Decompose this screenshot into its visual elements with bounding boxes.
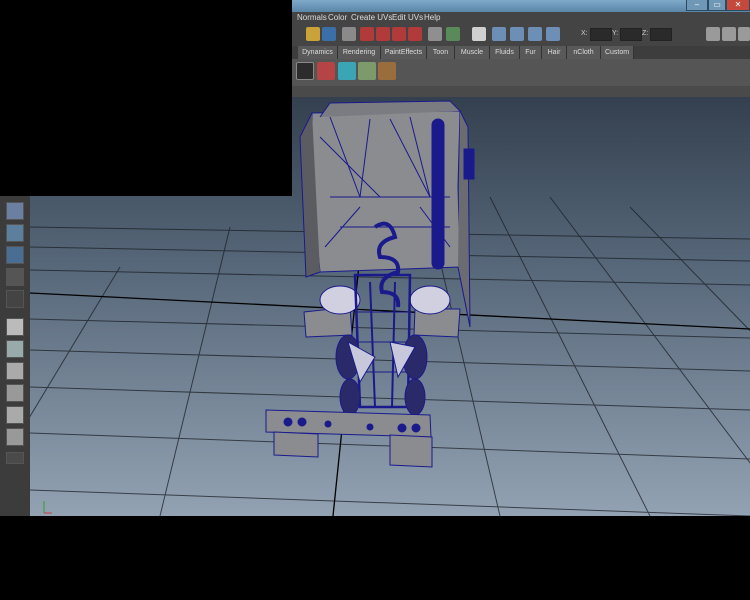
- outliner-layout-icon[interactable]: [6, 362, 24, 380]
- bumper-flap-right: [389, 434, 433, 468]
- help-icon[interactable]: [322, 27, 336, 41]
- cube-group-icon[interactable]: [358, 62, 376, 80]
- snap-icon[interactable]: [306, 27, 320, 41]
- uv-layout-icon[interactable]: [6, 428, 24, 446]
- sphere-cyan-icon[interactable]: [338, 62, 356, 80]
- tab-dynamics[interactable]: Dynamics: [298, 46, 338, 59]
- live-icon[interactable]: [428, 27, 442, 41]
- mirror: [463, 148, 475, 180]
- menu-edit-uvs[interactable]: Edit UVs: [392, 13, 423, 22]
- more-layouts-icon[interactable]: [6, 452, 24, 464]
- hypershade-layout-icon[interactable]: [6, 406, 24, 424]
- tab-custom[interactable]: Custom: [601, 46, 634, 59]
- z-field-label: Z:: [642, 30, 649, 37]
- select-icon[interactable]: [342, 27, 356, 41]
- tab-toon[interactable]: Toon: [427, 46, 455, 59]
- rotate-tool-icon[interactable]: [6, 202, 24, 220]
- restore-button[interactable]: ▭: [708, 0, 726, 11]
- snap-point-icon[interactable]: [392, 27, 406, 41]
- history-icon[interactable]: [446, 27, 460, 41]
- x-axis-line: [30, 292, 750, 330]
- render-view-icon[interactable]: [492, 27, 506, 41]
- truck-wireframe: [265, 100, 475, 468]
- graph-layout-icon[interactable]: [6, 384, 24, 402]
- channel-box-icon[interactable]: [738, 27, 750, 41]
- render-icon[interactable]: [472, 27, 486, 41]
- cab-side-right: [457, 110, 471, 328]
- exhaust-stack: [431, 118, 445, 270]
- universal-tool-icon[interactable]: [6, 246, 24, 264]
- magnet-icon[interactable]: [360, 27, 374, 41]
- black-overlay-region: [0, 0, 292, 196]
- tool-settings-icon[interactable]: [722, 27, 736, 41]
- menu-normals[interactable]: Normals: [297, 13, 327, 22]
- snap-view-icon[interactable]: [408, 27, 422, 41]
- scale-tool-icon[interactable]: [6, 224, 24, 242]
- shelf-editor-icon[interactable]: [296, 62, 314, 80]
- attribute-editor-icon[interactable]: [706, 27, 720, 41]
- tab-fur[interactable]: Fur: [520, 46, 542, 59]
- x-field[interactable]: [590, 28, 612, 41]
- menu-create-uvs[interactable]: Create UVs: [351, 13, 392, 22]
- z-field[interactable]: [650, 28, 672, 41]
- y-field[interactable]: [620, 28, 642, 41]
- menu-color[interactable]: Color: [328, 13, 347, 22]
- axle-right: [404, 378, 426, 416]
- close-button[interactable]: ✕: [726, 0, 750, 11]
- tab-ncloth[interactable]: nCloth: [567, 46, 601, 59]
- render-settings-icon[interactable]: [528, 27, 542, 41]
- black-bottom-region: [0, 516, 750, 600]
- tab-painteffects[interactable]: PaintEffects: [381, 46, 427, 59]
- bumper-flap-left: [273, 431, 319, 458]
- tab-muscle[interactable]: Muscle: [455, 46, 490, 59]
- tab-hair[interactable]: Hair: [542, 46, 567, 59]
- cube-red-icon[interactable]: [317, 62, 335, 80]
- minimize-button[interactable]: –: [686, 0, 708, 11]
- y-field-label: Y:: [612, 30, 619, 37]
- axis-gizmo: [43, 501, 52, 514]
- last-tool-icon[interactable]: [6, 290, 24, 308]
- x-field-label: X:: [581, 30, 588, 37]
- chassis-frame: [353, 273, 412, 409]
- axle-left: [339, 378, 361, 416]
- single-perspective-layout-icon[interactable]: [6, 318, 24, 336]
- tab-fluids[interactable]: Fluids: [490, 46, 520, 59]
- four-view-layout-icon[interactable]: [6, 340, 24, 358]
- paint-brush-icon[interactable]: [378, 62, 396, 80]
- tab-rendering[interactable]: Rendering: [338, 46, 381, 59]
- snap-curve-icon[interactable]: [376, 27, 390, 41]
- menu-help[interactable]: Help: [424, 13, 440, 22]
- show-manipulator-icon[interactable]: [6, 268, 24, 286]
- right-wheel: [409, 285, 451, 315]
- hypershade-icon[interactable]: [546, 27, 560, 41]
- ipr-icon[interactable]: [510, 27, 524, 41]
- left-wheel: [319, 285, 361, 315]
